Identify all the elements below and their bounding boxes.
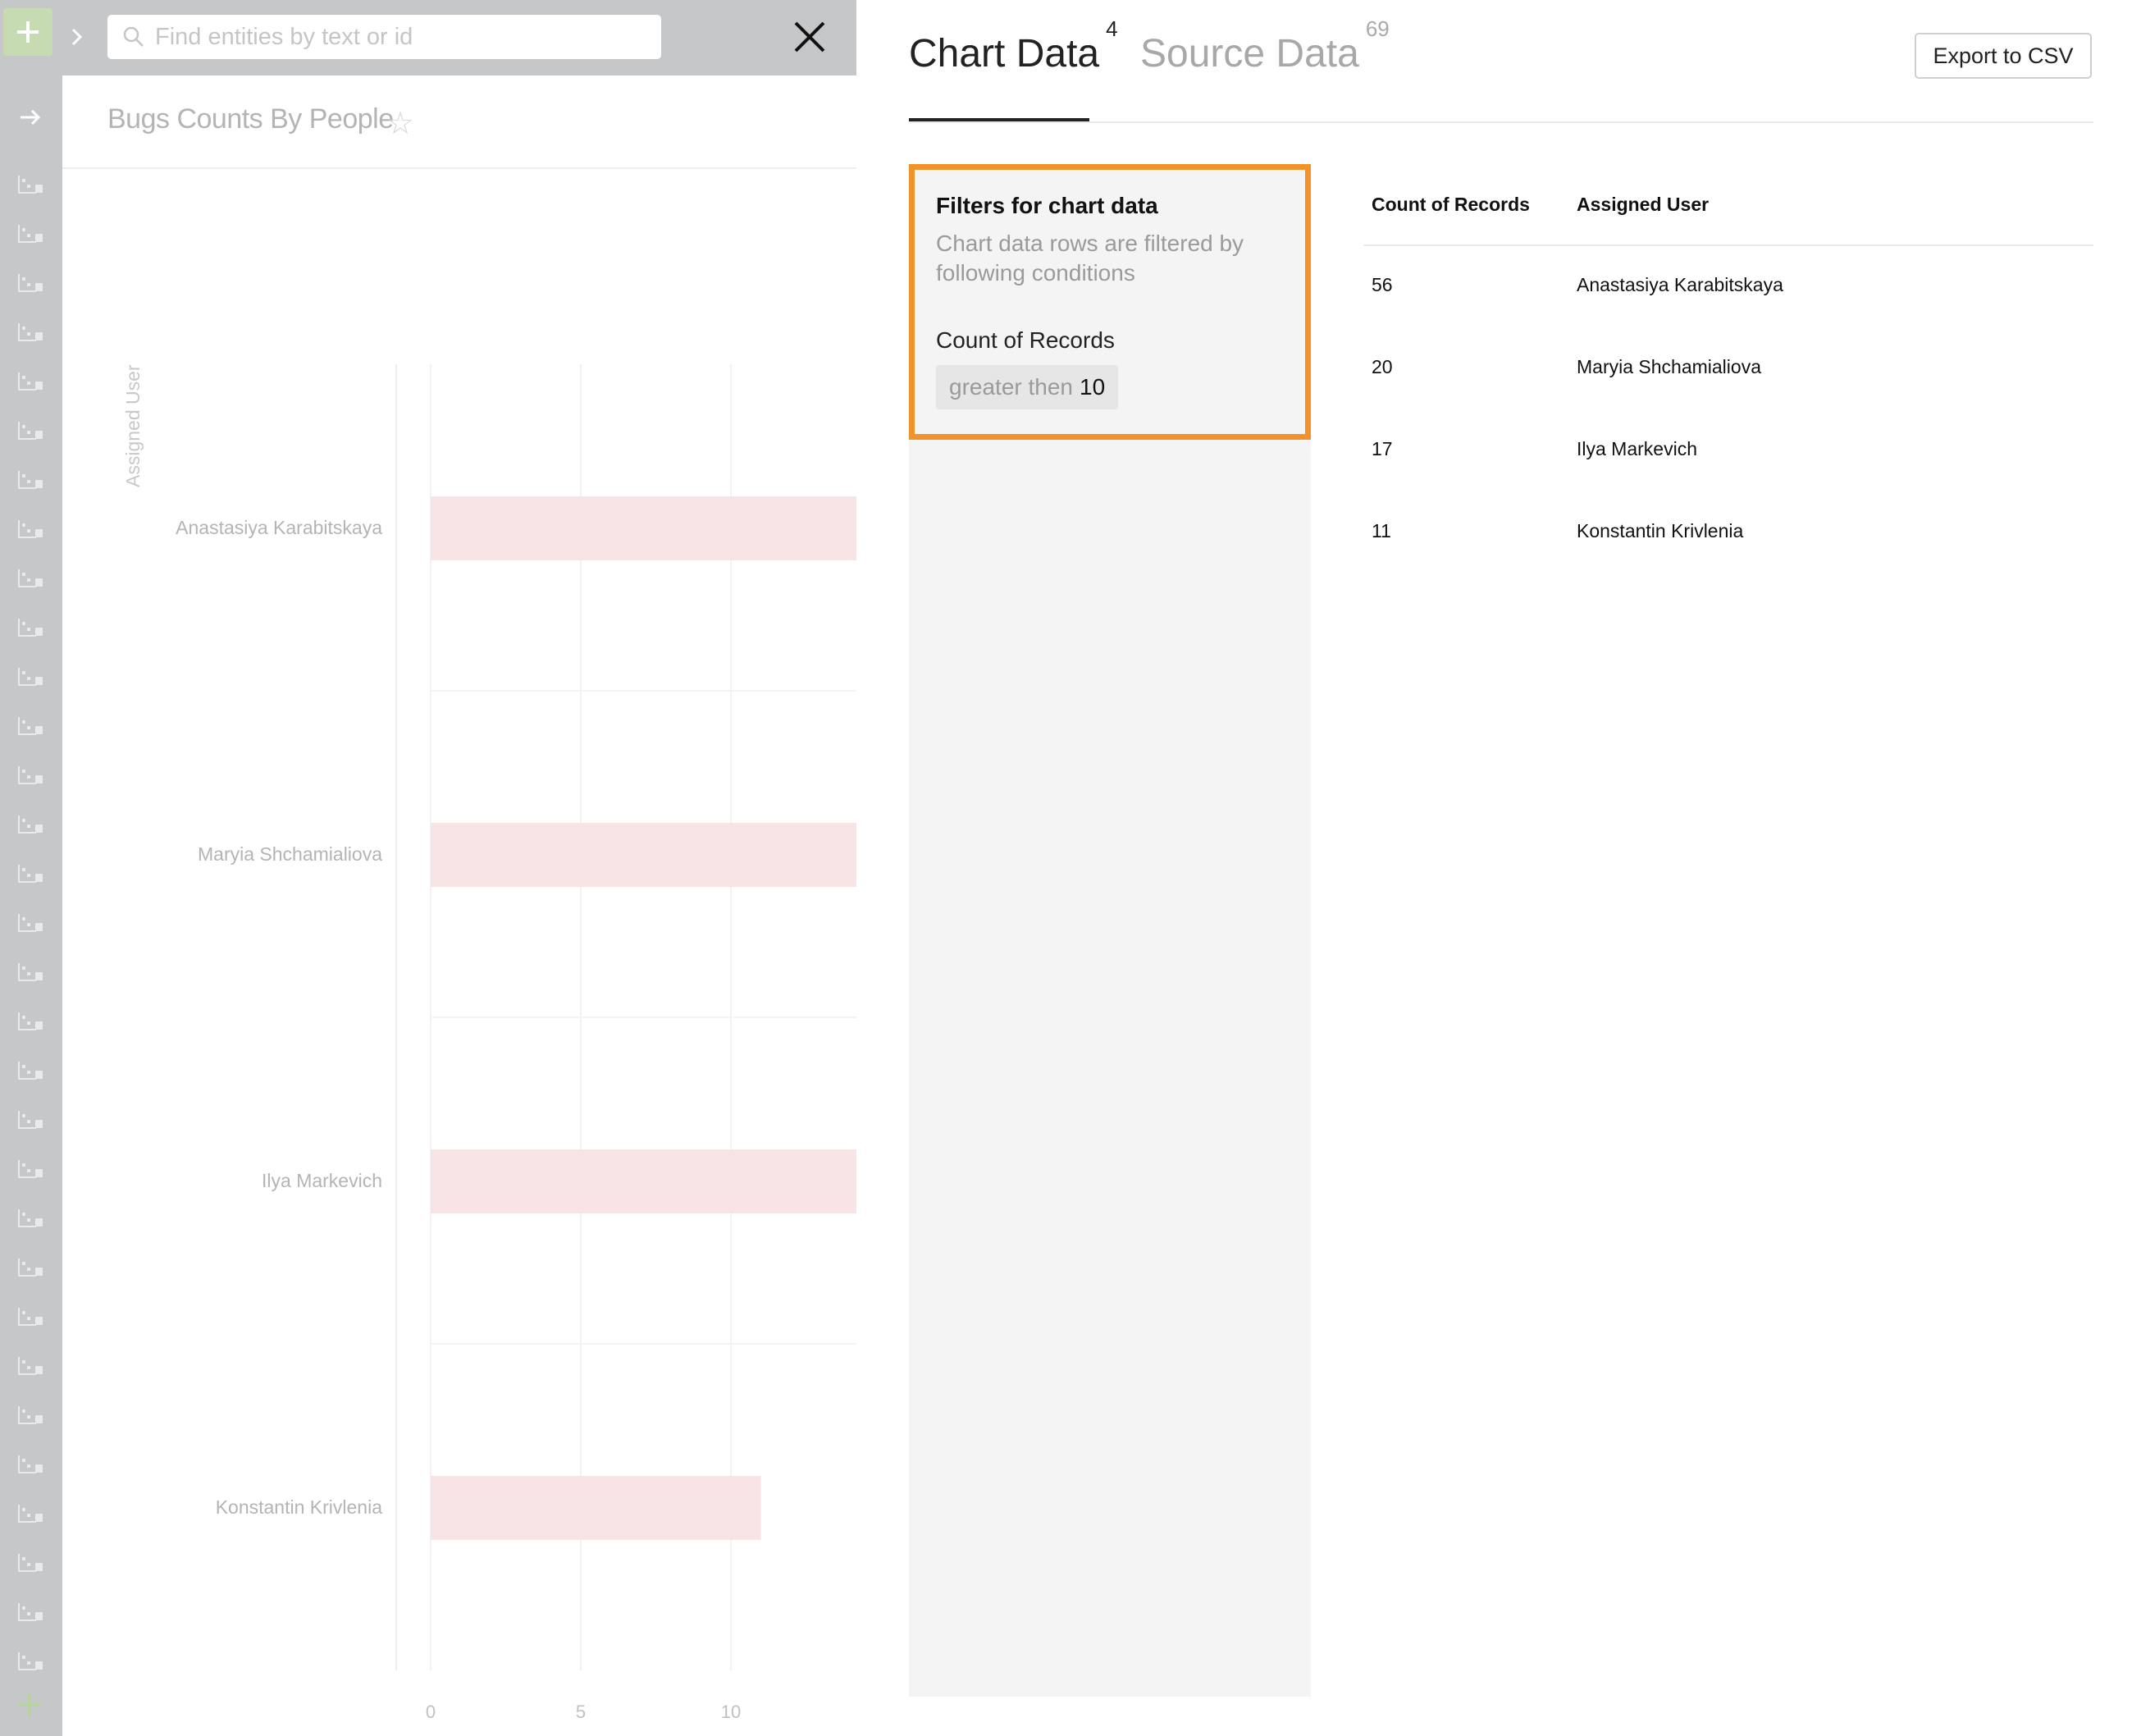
table-header-row: Count of Records Assigned User [1363, 164, 2093, 246]
sidebar-dashboard-icon[interactable] [0, 1638, 62, 1687]
dashboard-view: Bugs Counts By People ☆ Assigned User Ana… [62, 75, 856, 1736]
category-label: Anastasiya Karabitskaya [176, 517, 382, 538]
tab-chart-data[interactable]: Chart Data4 [909, 16, 1118, 76]
sidebar-dashboard-icon[interactable] [0, 702, 62, 752]
bar-chart: Assigned User Anastasiya Karabitskaya Mary… [122, 364, 856, 1722]
add-dashboard-button[interactable] [15, 1690, 44, 1720]
filter-condition-chip[interactable]: greater then 10 [936, 365, 1119, 409]
sidebar-dashboard-icon[interactable] [0, 1391, 62, 1441]
cell-assigned-user: Anastasiya Karabitskaya [1577, 274, 1783, 295]
star-icon[interactable]: ☆ [386, 105, 414, 142]
sidebar-dashboard-icon[interactable] [0, 1539, 62, 1588]
sidebar-dashboard-icon[interactable] [0, 1096, 62, 1145]
sidebar-dashboard-icon[interactable] [0, 948, 62, 998]
bar [431, 823, 856, 887]
cell-assigned-user: Ilya Markevich [1577, 438, 1697, 459]
filters-description: Chart data rows are filtered by followin… [936, 231, 1244, 286]
app-sidebar [0, 0, 62, 1736]
sidebar-dashboard-icon[interactable] [0, 1047, 62, 1096]
sidebar-dashboard-icon[interactable] [0, 653, 62, 702]
chart-data-panel: Chart Data4 Source Data69 Export to CSV … [856, 0, 2141, 1736]
close-icon[interactable] [791, 18, 829, 60]
bar [431, 1476, 761, 1540]
category-label: Ilya Markevich [262, 1170, 382, 1191]
sidebar-dashboard-icon[interactable] [0, 456, 62, 505]
category-label: Konstantin Krivlenia [216, 1496, 382, 1518]
cell-assigned-user: Maryia Shchamialiova [1577, 356, 1761, 377]
sidebar-dashboard-icon[interactable] [0, 505, 62, 555]
column-header-assigned-user[interactable]: Assigned User [1577, 194, 1709, 216]
filter-operator: greater then [949, 374, 1073, 400]
plus-icon [17, 21, 39, 43]
chart-data-table: Count of Records Assigned User 56 Anasta… [1363, 164, 2093, 574]
chevron-right-icon[interactable] [67, 25, 87, 53]
tab-label: Chart Data [909, 32, 1100, 75]
cell-count: 56 [1372, 274, 1393, 295]
filter-field-label: Count of Records [936, 327, 1115, 353]
search-icon [122, 25, 145, 48]
cell-count: 20 [1372, 356, 1393, 377]
sidebar-dashboard-icon[interactable] [0, 899, 62, 948]
sidebar-dashboard-icon[interactable] [0, 752, 62, 801]
bar [431, 496, 856, 560]
sidebar-dashboard-icon[interactable] [0, 358, 62, 407]
bar [431, 1149, 856, 1213]
filters-box: Filters for chart data Chart data rows a… [909, 164, 1311, 440]
filter-column: Filters for chart data Chart data rows a… [909, 164, 1311, 1697]
sidebar-dashboard-icon[interactable] [0, 555, 62, 604]
dashboard-header: Bugs Counts By People ☆ [62, 75, 856, 169]
expand-sidebar-icon[interactable] [18, 105, 43, 134]
top-bar [62, 0, 856, 75]
sidebar-dashboard-icon[interactable] [0, 1145, 62, 1195]
x-tick-label: 5 [576, 1702, 586, 1722]
category-label: Maryia Shchamialiova [198, 843, 382, 865]
tabs-divider [909, 121, 2093, 123]
sidebar-dashboard-icon[interactable] [0, 1342, 62, 1391]
sidebar-nav-list [0, 161, 62, 1687]
add-entity-button[interactable] [3, 8, 52, 56]
table-row: 11 Konstantin Krivlenia [1363, 492, 2093, 574]
x-tick-label: 0 [426, 1702, 436, 1722]
tab-label: Source Data [1140, 32, 1359, 75]
sidebar-dashboard-icon[interactable] [0, 259, 62, 308]
tab-count-badge: 4 [1106, 16, 1118, 41]
sidebar-dashboard-icon[interactable] [0, 1293, 62, 1342]
table-row: 20 Maryia Shchamialiova [1363, 328, 2093, 410]
sidebar-dashboard-icon[interactable] [0, 1195, 62, 1244]
sidebar-dashboard-icon[interactable] [0, 210, 62, 259]
sidebar-dashboard-icon[interactable] [0, 998, 62, 1047]
x-tick-label: 10 [721, 1702, 741, 1722]
sidebar-dashboard-icon[interactable] [0, 1588, 62, 1638]
cell-count: 17 [1372, 438, 1393, 459]
search-box[interactable] [107, 15, 661, 59]
column-header-count[interactable]: Count of Records [1372, 194, 1530, 216]
tab-source-data[interactable]: Source Data69 [1140, 16, 1390, 76]
export-csv-button[interactable]: Export to CSV [1915, 33, 2092, 79]
table-row: 17 Ilya Markevich [1363, 410, 2093, 492]
sidebar-dashboard-icon[interactable] [0, 161, 62, 210]
sidebar-dashboard-icon[interactable] [0, 407, 62, 456]
filters-title: Filters for chart data [936, 193, 1158, 218]
sidebar-dashboard-icon[interactable] [0, 801, 62, 850]
dashboard-title: Bugs Counts By People [107, 103, 394, 135]
search-input[interactable] [153, 22, 616, 52]
table-row: 56 Anastasiya Karabitskaya [1363, 246, 2093, 328]
y-axis-title: Assigned User [122, 364, 144, 487]
sidebar-dashboard-icon[interactable] [0, 308, 62, 358]
filter-value: 10 [1080, 374, 1106, 400]
sidebar-dashboard-icon[interactable] [0, 850, 62, 899]
sidebar-dashboard-icon[interactable] [0, 1441, 62, 1490]
plus-icon [18, 1693, 41, 1716]
sidebar-dashboard-icon[interactable] [0, 604, 62, 653]
sidebar-dashboard-icon[interactable] [0, 1244, 62, 1293]
cell-count: 11 [1372, 520, 1391, 541]
cell-assigned-user: Konstantin Krivlenia [1577, 520, 1744, 541]
tab-count-badge: 69 [1365, 16, 1390, 41]
sidebar-dashboard-icon[interactable] [0, 1490, 62, 1539]
